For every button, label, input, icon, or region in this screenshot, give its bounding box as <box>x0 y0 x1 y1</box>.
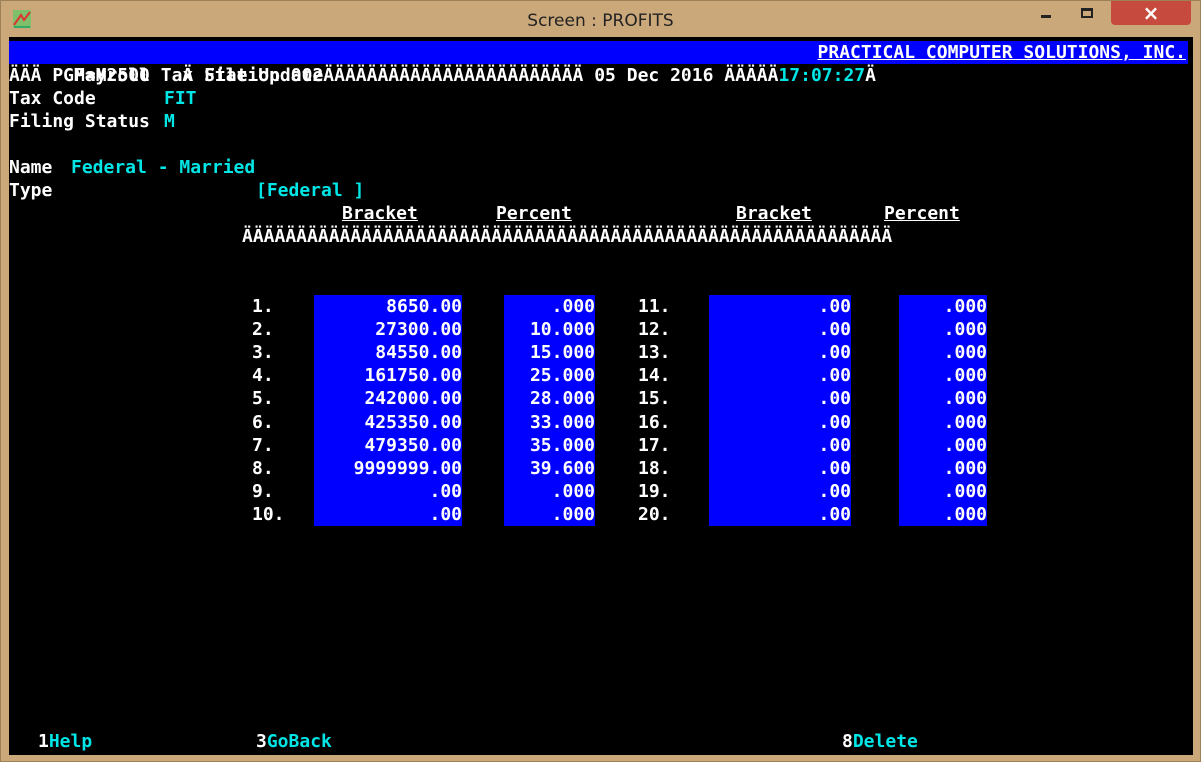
fkey-delete-key: 8 <box>842 731 853 752</box>
current-time: 17:07:27 <box>778 65 866 86</box>
bracket-header-left: Bracket <box>342 203 418 224</box>
percent-input[interactable]: 10.000 <box>504 318 595 342</box>
percent-input[interactable]: .000 <box>899 411 987 435</box>
row-number: 1. <box>252 296 274 317</box>
row-number: 6. <box>252 412 274 433</box>
maximize-button[interactable] <box>1073 1 1103 25</box>
bracket-header-right: Bracket <box>736 203 812 224</box>
percent-input[interactable]: 28.000 <box>504 387 595 411</box>
fkey-goback[interactable]: 3GoBack <box>256 730 332 753</box>
percent-input[interactable]: 33.000 <box>504 411 595 435</box>
bracket-input[interactable]: 479350.00 <box>314 434 462 458</box>
bracket-input[interactable]: .00 <box>709 364 851 388</box>
row-number: 9. <box>252 481 274 502</box>
fkey-delete-label: Delete <box>852 731 918 752</box>
tax-code-label: Tax Code <box>9 88 96 109</box>
station-id: Ä Station 002ÄÄÄÄÄÄÄÄÄÄÄÄÄÄÄÄÄÄÄÄÄÄÄÄ <box>182 65 584 86</box>
percent-input[interactable]: .000 <box>899 480 987 504</box>
bracket-input[interactable]: 84550.00 <box>314 341 462 365</box>
bracket-input[interactable]: .00 <box>709 434 851 458</box>
bracket-input[interactable]: .00 <box>709 411 851 435</box>
name-value[interactable]: Federal - Married <box>71 156 255 179</box>
window-title: Screen : PROFITS <box>527 11 674 31</box>
filing-status-value[interactable]: M <box>164 110 175 133</box>
current-date: 05 Dec 2016 ÄÄÄÄÄ <box>594 65 779 86</box>
row-number: 11. <box>638 296 671 317</box>
row-number: 5. <box>252 388 274 409</box>
row-number: 10. <box>252 504 285 525</box>
row-number: 12. <box>638 319 671 340</box>
row-number: 18. <box>638 458 671 479</box>
row-number: 7. <box>252 435 274 456</box>
bracket-input[interactable]: .00 <box>709 480 851 504</box>
percent-header-left: Percent <box>496 203 572 224</box>
percent-input[interactable]: .000 <box>899 457 987 481</box>
app-window: Screen : PROFITS × Payroll Tax File Upda… <box>0 0 1201 762</box>
row-number: 15. <box>638 388 671 409</box>
title-bar[interactable]: Screen : PROFITS × <box>1 1 1200 37</box>
percent-header-right: Percent <box>884 203 960 224</box>
tax-code-value[interactable]: FIT <box>164 87 197 110</box>
percent-input[interactable]: .000 <box>899 503 987 526</box>
percent-input[interactable]: .000 <box>899 387 987 411</box>
percent-input[interactable]: .000 <box>504 480 595 504</box>
bracket-input[interactable]: .00 <box>709 295 851 319</box>
bracket-input[interactable]: .00 <box>709 318 851 342</box>
bracket-input[interactable]: .00 <box>709 503 851 526</box>
bracket-input[interactable]: 425350.00 <box>314 411 462 435</box>
percent-input[interactable]: .000 <box>899 364 987 388</box>
percent-input[interactable]: 35.000 <box>504 434 595 458</box>
bracket-input[interactable]: .00 <box>709 341 851 365</box>
fkey-help-label: Help <box>48 731 93 752</box>
terminal-screen[interactable]: Payroll Tax File Update PRACTICAL COMPUT… <box>9 37 1193 755</box>
close-button[interactable]: × <box>1111 1 1191 25</box>
type-value[interactable]: [Federal ] <box>256 179 364 202</box>
bracket-input[interactable]: 27300.00 <box>314 318 462 342</box>
type-label: Type <box>9 180 53 201</box>
percent-input[interactable]: 39.600 <box>504 457 595 481</box>
fkey-help-key: 1 <box>38 731 49 752</box>
minimize-button[interactable] <box>1031 1 1061 25</box>
percent-input[interactable]: .000 <box>899 295 987 319</box>
bracket-input[interactable]: .00 <box>314 503 462 526</box>
row-number: 2. <box>252 319 274 340</box>
bracket-input[interactable]: 9999999.00 <box>314 457 462 481</box>
bracket-input[interactable]: 242000.00 <box>314 387 462 411</box>
table-separator: ÄÄÄÄÄÄÄÄÄÄÄÄÄÄÄÄÄÄÄÄÄÄÄÄÄÄÄÄÄÄÄÄÄÄÄÄÄÄÄÄ… <box>242 226 893 247</box>
percent-input[interactable]: .000 <box>899 318 987 342</box>
bracket-input[interactable]: .00 <box>314 480 462 504</box>
percent-input[interactable]: 15.000 <box>504 341 595 365</box>
fkey-delete[interactable]: 8Delete <box>842 730 918 753</box>
bracket-input[interactable]: .00 <box>709 457 851 481</box>
row-number: 20. <box>638 504 671 525</box>
row-number: 16. <box>638 412 671 433</box>
row-number: 19. <box>638 481 671 502</box>
row-number: 8. <box>252 458 274 479</box>
row-number: 17. <box>638 435 671 456</box>
bracket-input[interactable]: .00 <box>709 387 851 411</box>
filing-status-label: Filing Status <box>9 111 150 132</box>
header-bar: Payroll Tax File Update PRACTICAL COMPUT… <box>9 41 1188 86</box>
percent-input[interactable]: .000 <box>899 341 987 365</box>
fkey-goback-label: GoBack <box>266 731 332 752</box>
name-label: Name <box>9 157 53 178</box>
percent-input[interactable]: .000 <box>504 295 595 319</box>
fkey-goback-key: 3 <box>256 731 267 752</box>
bracket-input[interactable]: 8650.00 <box>314 295 462 319</box>
percent-input[interactable]: .000 <box>899 434 987 458</box>
row-number: 4. <box>252 365 274 386</box>
percent-input[interactable]: .000 <box>504 503 595 526</box>
status-line-end: Ä <box>865 65 876 86</box>
row-number: 13. <box>638 342 671 363</box>
row-number: 3. <box>252 342 274 363</box>
bracket-input[interactable]: 161750.00 <box>314 364 462 388</box>
row-number: 14. <box>638 365 671 386</box>
program-id: ÄÄÄ PGM=M2500 <box>9 65 150 86</box>
status-line: ÄÄÄ PGM=M2500 Ä Station 002ÄÄÄÄÄÄÄÄÄÄÄÄÄ… <box>9 64 876 87</box>
fkey-help[interactable]: 1Help <box>38 730 92 753</box>
company-name: PRACTICAL COMPUTER SOLUTIONS, INC. <box>817 42 1186 63</box>
percent-input[interactable]: 25.000 <box>504 364 595 388</box>
